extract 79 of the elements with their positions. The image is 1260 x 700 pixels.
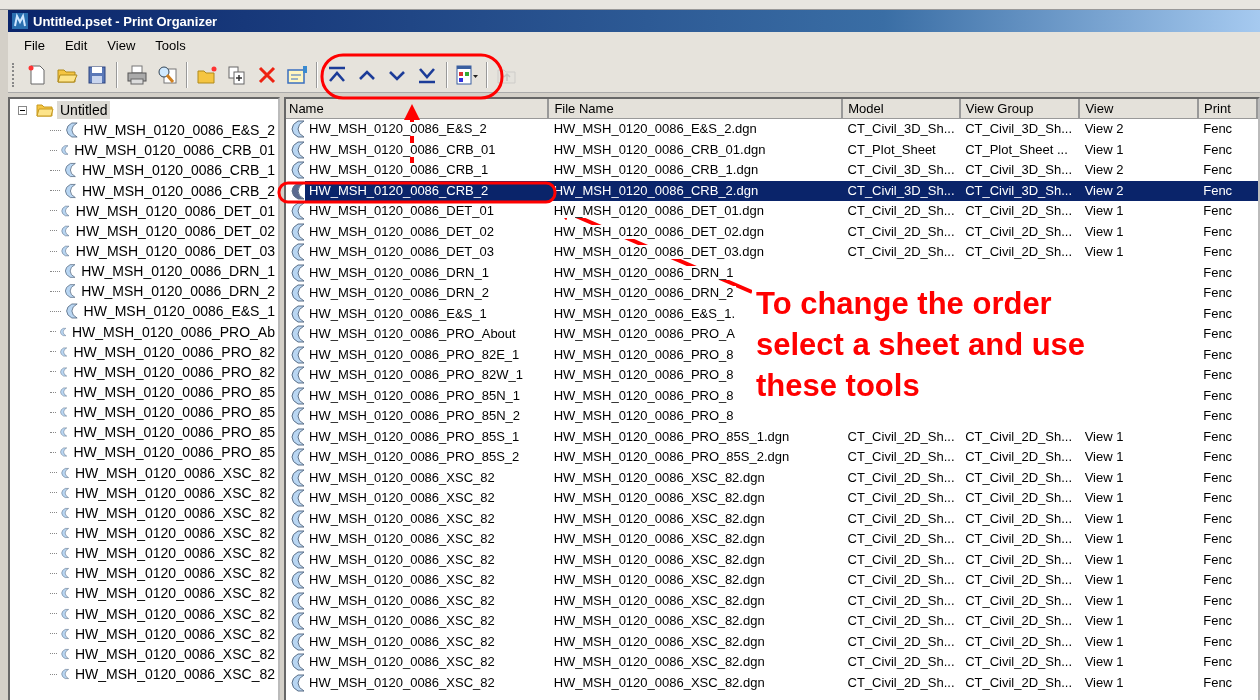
tree-item[interactable]: HW_MSH_0120_0086_DET_01: [72, 201, 278, 220]
tree-item[interactable]: HW_MSH_0120_0086_CRB_2: [79, 181, 278, 200]
tree-item[interactable]: HW_MSH_0120_0086_XSC_82: [72, 584, 278, 603]
sheet-icon: [289, 448, 305, 467]
tree-item[interactable]: HW_MSH_0120_0086_E&S_1: [80, 302, 278, 321]
menu-item[interactable]: Edit: [54, 35, 98, 55]
sheet-icon: [289, 653, 305, 672]
tree-item[interactable]: HW_MSH_0120_0086_XSC_82: [72, 624, 278, 643]
sheet-icon: [289, 120, 305, 139]
tree-item[interactable]: HW_MSH_0120_0086_E&S_2: [80, 121, 278, 140]
table-cell: Fenc: [1199, 180, 1258, 201]
sheet-icon: [289, 304, 305, 323]
sheet-icon: [289, 263, 305, 282]
tree-item[interactable]: HW_MSH_0120_0086_XSC_82: [72, 463, 278, 482]
tree-item[interactable]: HW_MSH_0120_0086_DET_03: [72, 242, 278, 261]
sheet-icon: [289, 366, 305, 385]
menu-item[interactable]: File: [14, 35, 55, 55]
sheet-icon: [289, 612, 305, 631]
sheet-icon: [289, 386, 305, 405]
app-logo-icon: [11, 12, 29, 30]
tree-item[interactable]: Untitled: [57, 101, 111, 120]
sheet-icon: [289, 222, 305, 241]
tree-item[interactable]: HW_MSH_0120_0086_CRB_1: [79, 161, 278, 180]
menu-item[interactable]: Tools: [145, 35, 196, 55]
sheet-icon: [289, 673, 305, 692]
sheet-icon: [289, 591, 305, 610]
grid-layout-icon[interactable]: [453, 62, 481, 88]
tree-item[interactable]: HW_MSH_0120_0086_CRB_01: [71, 141, 278, 160]
sheet-icon: [289, 161, 305, 180]
sheet-icon: [289, 550, 305, 569]
tree-item[interactable]: HW_MSH_0120_0086_XSC_82: [72, 665, 278, 683]
sheet-icon: [289, 427, 305, 446]
column-header[interactable]: Name: [286, 99, 550, 119]
sheet-icon: [289, 407, 305, 426]
tree-item[interactable]: HW_MSH_0120_0086_PRO_85: [70, 423, 278, 442]
table-cell: CT_Civil_3D_Sh...: [843, 180, 962, 201]
sheet-icon: [289, 468, 305, 487]
sheet-icon: [289, 489, 305, 508]
tree-item[interactable]: HW_MSH_0120_0086_DRN_1: [78, 262, 278, 281]
tree-item[interactable]: HW_MSH_0120_0086_XSC_82: [72, 644, 278, 663]
sheet-icon: [62, 282, 76, 301]
tree-item[interactable]: HW_MSH_0120_0086_XSC_82: [72, 524, 278, 542]
tree-item[interactable]: HW_MSH_0120_0086_XSC_82: [72, 564, 278, 583]
sheet-icon: [289, 530, 305, 549]
sheet-icon: [289, 509, 305, 528]
sheet-icon: [289, 140, 305, 159]
sheet-icon: [289, 243, 305, 262]
column-header[interactable]: Print: [1199, 99, 1258, 119]
tree-item[interactable]: HW_MSH_0120_0086_XSC_82: [72, 544, 278, 563]
sheet-icon: [289, 571, 305, 590]
folder-icon: [36, 102, 54, 119]
tree-item[interactable]: HW_MSH_0120_0086_PRO_85: [70, 403, 278, 422]
tree-item[interactable]: HW_MSH_0120_0086_PRO_82: [70, 362, 278, 381]
table-cell: CT_Civil_3D_Sh...: [961, 180, 1081, 201]
sheet-icon: [289, 284, 305, 303]
column-header[interactable]: File Name: [549, 99, 844, 119]
tree-item[interactable]: HW_MSH_0120_0086_PRO_85: [70, 443, 278, 462]
sheet-icon: [62, 181, 76, 200]
tree-item[interactable]: HW_MSH_0120_0086_DET_02: [72, 221, 278, 240]
table-cell: View 2: [1080, 180, 1200, 201]
tree-item[interactable]: HW_MSH_0120_0086_PRO_85: [70, 383, 278, 402]
column-header[interactable]: View: [1080, 99, 1200, 119]
sheet-icon: [289, 345, 305, 364]
menu-item[interactable]: View: [97, 35, 146, 55]
tree-item[interactable]: HW_MSH_0120_0086_XSC_82: [72, 483, 278, 502]
column-header[interactable]: Model: [843, 99, 961, 119]
tree-item[interactable]: HW_MSH_0120_0086_XSC_82: [72, 604, 278, 623]
tree-item[interactable]: HW_MSH_0120_0086_PRO_Ab: [68, 322, 278, 341]
tree-item[interactable]: HW_MSH_0120_0086_DRN_2: [78, 282, 278, 301]
column-header[interactable]: View Group: [960, 99, 1081, 119]
sheet-icon: [62, 262, 76, 281]
sheet-icon: [289, 632, 305, 651]
sheet-icon: [289, 202, 305, 221]
sheet-icon: [62, 161, 76, 180]
sheet-icon: [289, 325, 305, 344]
collapse-icon[interactable]: [18, 105, 27, 115]
tree-item[interactable]: HW_MSH_0120_0086_XSC_82: [72, 503, 278, 522]
window-title: Untitled.pset - Print Organizer: [33, 13, 218, 29]
tree-item[interactable]: HW_MSH_0120_0086_PRO_82: [70, 342, 278, 361]
